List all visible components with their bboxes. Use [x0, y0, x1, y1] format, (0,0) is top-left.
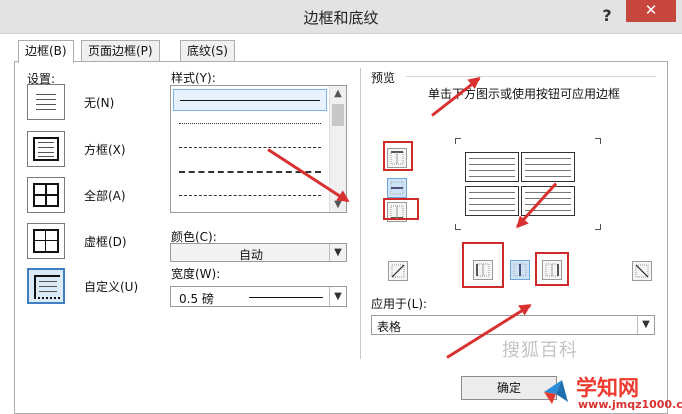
line-style-dashed-small[interactable] — [173, 137, 327, 159]
apply-to-label: 应用于(L): — [371, 297, 428, 311]
site-logo: 学知网 www.jmqz1000.com — [538, 370, 682, 414]
chevron-down-icon[interactable]: ▼ — [329, 287, 346, 306]
preview-hint: 单击下方图示或使用按钮可应用边框 — [427, 87, 620, 101]
logo-url: www.jmqz1000.com — [578, 398, 682, 411]
preview-cell — [465, 152, 519, 182]
preview-cell — [521, 152, 575, 182]
line-style-solid[interactable] — [173, 89, 327, 111]
tab-shading[interactable]: 底纹(S) — [180, 40, 235, 62]
preview-label: 预览 — [371, 71, 396, 85]
logo-mark-icon — [544, 380, 568, 404]
border-inside-v-icon — [513, 263, 527, 277]
line-style-dotted[interactable] — [173, 113, 327, 135]
setting-custom-label: 自定义(U) — [84, 280, 139, 294]
width-label: 宽度(W): — [171, 267, 221, 281]
setting-custom[interactable]: 自定义(U) — [27, 268, 147, 304]
apply-to-value: 表格 — [377, 320, 402, 334]
column-divider — [360, 68, 361, 359]
inside-vertical-border-button[interactable] — [510, 260, 530, 280]
diagonal-down-button[interactable] — [388, 261, 408, 281]
annotation-box — [535, 252, 569, 286]
border-none-icon — [27, 84, 65, 120]
border-diagonal-down-icon — [635, 264, 649, 278]
width-sample-line — [249, 297, 323, 298]
watermark-text: 搜狐百科 — [502, 340, 578, 361]
preview-separator — [406, 76, 656, 77]
chevron-down-icon[interactable]: ▼ — [329, 244, 346, 261]
border-inside-h-icon — [390, 181, 404, 195]
line-style-list[interactable]: ▲ ▼ — [170, 85, 347, 213]
dialog-title: 边框和底纹 — [303, 9, 379, 27]
tab-page-border[interactable]: 页面边框(P) — [81, 40, 160, 62]
border-all-icon — [27, 177, 65, 213]
color-value: 自动 — [239, 248, 264, 262]
annotation-box — [383, 198, 419, 220]
border-box-icon — [27, 131, 65, 167]
scroll-up-icon[interactable]: ▲ — [330, 88, 346, 99]
setting-box[interactable]: 方框(X) — [27, 131, 147, 167]
preview-cell — [465, 186, 519, 216]
scroll-thumb[interactable] — [332, 104, 344, 126]
setting-none[interactable]: 无(N) — [27, 84, 147, 120]
width-value: 0.5 磅 — [179, 292, 214, 306]
setting-none-label: 无(N) — [84, 96, 115, 110]
title-bar: 边框和底纹 ? ✕ — [0, 0, 682, 34]
border-diagonal-up-icon — [391, 264, 405, 278]
setting-all[interactable]: 全部(A) — [27, 177, 147, 213]
close-button[interactable]: ✕ — [626, 0, 676, 22]
annotation-box — [462, 242, 504, 288]
diagonal-up-button[interactable] — [632, 261, 652, 281]
setting-box-label: 方框(X) — [84, 143, 126, 157]
setting-grid-label: 虚框(D) — [84, 235, 127, 249]
help-button[interactable]: ? — [596, 4, 618, 28]
color-select[interactable]: 自动 ▼ — [170, 243, 347, 262]
width-select[interactable]: 0.5 磅 ▼ — [170, 286, 347, 307]
chevron-down-icon[interactable]: ▼ — [637, 316, 654, 334]
setting-grid[interactable]: 虚框(D) — [27, 223, 147, 259]
setting-all-label: 全部(A) — [84, 189, 126, 203]
inside-horizontal-border-button[interactable] — [387, 178, 407, 198]
style-label: 样式(Y): — [171, 71, 216, 85]
annotation-box — [383, 141, 413, 171]
line-style-dash-dot[interactable] — [173, 185, 327, 207]
tab-borders[interactable]: 边框(B) — [18, 40, 74, 63]
border-grid-icon — [27, 223, 65, 259]
border-custom-icon — [27, 268, 65, 304]
